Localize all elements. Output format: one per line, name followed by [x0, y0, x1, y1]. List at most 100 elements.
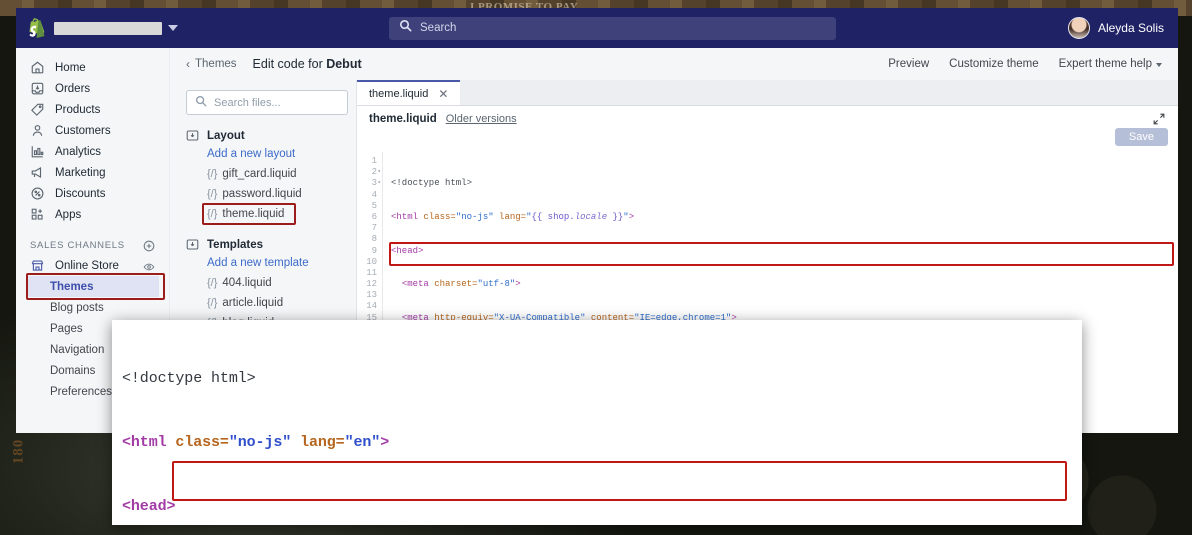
tab-theme-liquid[interactable]: theme.liquid ✕	[357, 80, 461, 105]
global-search-input[interactable]: Search	[389, 16, 836, 40]
sidebar-item-orders[interactable]: Orders	[16, 78, 169, 99]
line-number: 6	[371, 211, 377, 222]
line-number: 8	[371, 234, 377, 245]
sales-channels-header: SALES CHANNELS	[16, 225, 169, 255]
folder-templates[interactable]: Templates	[186, 238, 356, 251]
tab-label: theme.liquid	[369, 87, 429, 100]
marketing-megaphone-icon	[30, 165, 45, 180]
search-files-input[interactable]: Search files...	[186, 90, 348, 115]
products-tag-icon	[30, 102, 45, 117]
storefront-icon	[30, 258, 45, 273]
file-label: theme.liquid	[222, 208, 285, 220]
liquid-file-icon: {/}	[207, 188, 218, 200]
code-line: <meta charset="utf-8">	[401, 279, 521, 290]
search-files-placeholder: Search files...	[214, 96, 281, 109]
sidebar-item-label: Orders	[55, 82, 91, 95]
line-number: 7	[371, 223, 377, 234]
editor-filename: theme.liquid	[369, 113, 437, 125]
user-menu[interactable]: Aleyda Solis	[1067, 17, 1164, 39]
expand-icon[interactable]	[1152, 112, 1166, 126]
apps-grid-icon	[30, 207, 45, 222]
line-number: 14	[366, 301, 377, 312]
theme-liquid-highlight-wrap: {/} theme.liquid	[186, 203, 296, 225]
sidebar-item-online-store[interactable]: Online Store	[16, 255, 169, 276]
close-icon[interactable]: ✕	[438, 88, 448, 100]
file-article-liquid[interactable]: {/} article.liquid	[186, 293, 356, 313]
magnified-code-line: <!doctype html>	[122, 370, 256, 388]
magnified-code-overlay: <!doctype html> <html class="no-js" lang…	[112, 320, 1082, 525]
sidebar-item-analytics[interactable]: Analytics	[16, 141, 169, 162]
orders-inbox-icon	[30, 81, 45, 96]
expert-theme-help-label: Expert theme help	[1058, 58, 1152, 70]
liquid-file-icon: {/}	[207, 168, 218, 180]
global-search-placeholder: Search	[420, 22, 457, 34]
page-title-theme: Debut	[326, 57, 362, 71]
sidebar-item-customers[interactable]: Customers	[16, 120, 169, 141]
page-title-prefix: Edit code for	[252, 57, 327, 71]
file-404-liquid[interactable]: {/} 404.liquid	[186, 273, 356, 293]
sidebar-item-label: Navigation	[50, 343, 105, 356]
breadcrumb[interactable]: ‹ Themes	[186, 58, 237, 70]
sidebar-item-home[interactable]: Home	[16, 57, 169, 78]
sidebar-item-themes[interactable]: Themes	[28, 276, 159, 297]
sidebar-item-label: Online Store	[55, 259, 119, 272]
sidebar-item-label: Products	[55, 103, 101, 116]
file-theme-liquid[interactable]: {/} theme.liquid	[186, 204, 296, 224]
save-button[interactable]: Save	[1114, 128, 1168, 146]
page-header: ‹ Themes Edit code for Debut Preview Cus…	[170, 48, 1178, 80]
sidebar-item-label: Apps	[55, 208, 82, 221]
line-number: 11	[366, 267, 377, 278]
page-title: Edit code for Debut	[253, 57, 362, 71]
sidebar-item-label: Blog posts	[50, 301, 104, 314]
home-icon	[30, 60, 45, 75]
folder-name: Layout	[207, 129, 245, 142]
code-line: <!doctype html>	[391, 178, 473, 189]
liquid-file-icon: {/}	[207, 297, 218, 309]
sales-channels-label: SALES CHANNELS	[30, 239, 125, 251]
plus-circle-icon[interactable]	[143, 239, 155, 252]
discounts-percent-icon	[30, 186, 45, 201]
customize-theme-button[interactable]: Customize theme	[949, 58, 1038, 70]
magnified-code-line: <head>	[122, 497, 176, 515]
expert-theme-help-button[interactable]: Expert theme help	[1059, 58, 1162, 70]
line-number: 5	[371, 200, 377, 211]
analytics-bars-icon	[30, 144, 45, 159]
eye-icon[interactable]	[143, 260, 155, 272]
line-number: 3	[357, 177, 381, 189]
sidebar-item-discounts[interactable]: Discounts	[16, 183, 169, 204]
backdrop-left-number: 180	[10, 438, 27, 465]
chevron-down-icon	[168, 25, 178, 31]
sidebar-item-blog-posts[interactable]: Blog posts	[16, 297, 169, 318]
sidebar-item-label: Home	[55, 61, 86, 74]
preview-button[interactable]: Preview	[888, 58, 929, 70]
online-store-row[interactable]: Online Store	[16, 255, 119, 276]
add-new-template-label: Add a new template	[207, 257, 309, 269]
add-new-layout-link[interactable]: Add a new layout	[186, 144, 356, 164]
search-icon	[195, 94, 207, 112]
sidebar-item-label: Domains	[50, 364, 96, 377]
sidebar-item-label: Discounts	[55, 187, 106, 200]
customers-person-icon	[30, 123, 45, 138]
add-new-layout-label: Add a new layout	[207, 148, 296, 160]
chevron-left-icon: ‹	[186, 57, 190, 71]
sidebar-item-marketing[interactable]: Marketing	[16, 162, 169, 183]
magnified-code-line: <html class="no-js" lang="en">	[122, 434, 390, 451]
folder-icon	[186, 238, 199, 251]
add-new-template-link[interactable]: Add a new template	[186, 253, 356, 273]
older-versions-link[interactable]: Older versions	[446, 113, 517, 125]
line-number: 4	[371, 189, 377, 200]
store-switcher[interactable]	[54, 21, 178, 35]
themes-highlight-wrap: Themes	[26, 273, 165, 300]
line-number: 9	[371, 245, 377, 256]
line-number: 10	[366, 256, 377, 267]
chevron-down-icon	[1156, 63, 1162, 67]
file-gift-card-liquid[interactable]: {/} gift_card.liquid	[186, 164, 356, 184]
search-icon	[399, 19, 412, 37]
file-password-liquid[interactable]: {/} password.liquid	[186, 184, 356, 204]
breadcrumb-label: Themes	[195, 58, 237, 70]
file-label: gift_card.liquid	[222, 168, 297, 180]
folder-layout[interactable]: Layout	[186, 129, 356, 142]
sidebar-item-products[interactable]: Products	[16, 99, 169, 120]
line-number: 13	[366, 290, 377, 301]
sidebar-item-apps[interactable]: Apps	[16, 204, 169, 225]
